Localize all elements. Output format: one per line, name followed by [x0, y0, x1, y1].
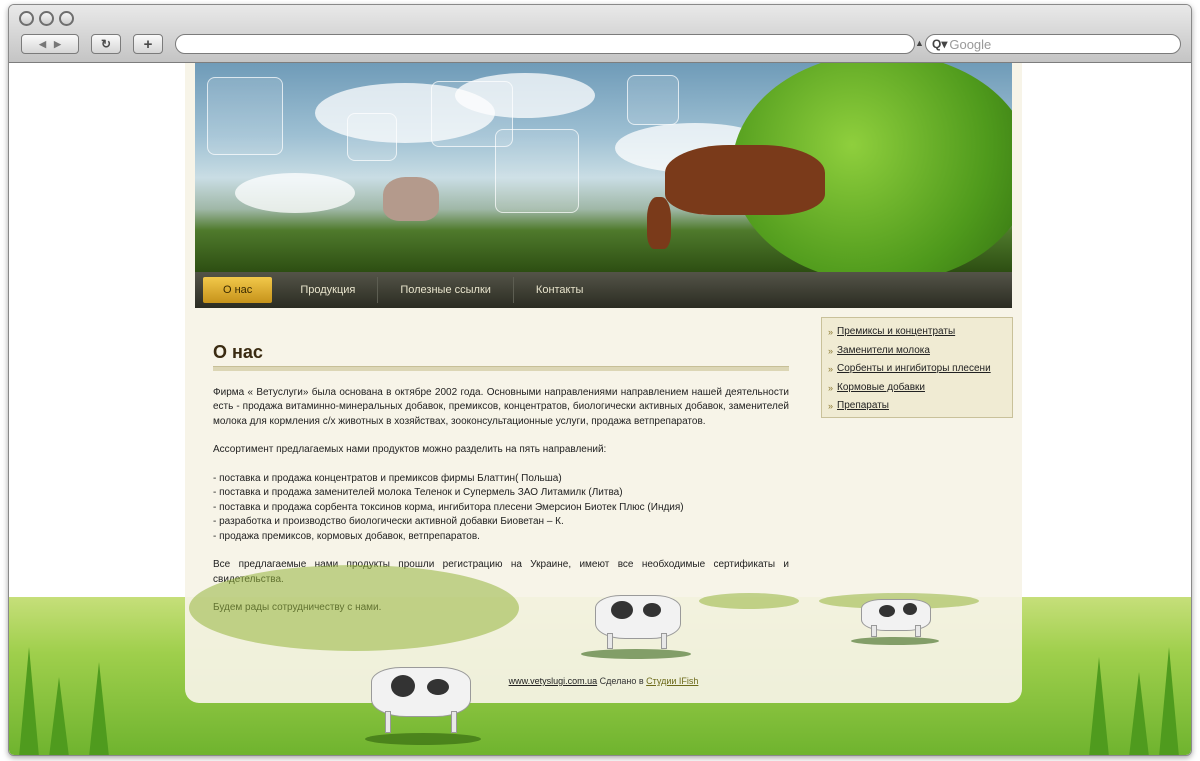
sidebar-link-milk-replacers[interactable]: » Заменители молока: [828, 342, 1012, 361]
sidebar-link-label[interactable]: Сорбенты и ингибиторы плесени: [837, 360, 991, 379]
browser-window: ◀ ▶ ↻ + ▲ Q▾ Google О нас Продукция Поле…: [8, 4, 1192, 756]
plus-icon: +: [143, 35, 153, 53]
address-dropdown-icon[interactable]: ▲: [915, 38, 924, 48]
chevron-right-icon: »: [828, 345, 834, 356]
forward-arrow-icon[interactable]: ▶: [54, 39, 61, 50]
cow-image: [355, 659, 481, 745]
title-divider: [213, 365, 789, 371]
site-link[interactable]: www.vetyslugi.com.ua: [509, 676, 598, 686]
sidebar-link-preparations[interactable]: » Препараты: [828, 397, 1012, 416]
sidebar-link-label[interactable]: Препараты: [837, 397, 889, 416]
main-menu: О нас Продукция Полезные ссылки Контакты: [195, 272, 1012, 308]
footer: www.vetyslugi.com.ua Сделано в Студии IF…: [185, 676, 1022, 686]
chevron-right-icon: »: [828, 401, 834, 411]
address-bar[interactable]: [175, 34, 915, 54]
search-icon: Q▾: [932, 37, 948, 51]
sidebar-link-feed-additives[interactable]: » Кормовые добавки: [828, 379, 1012, 398]
chevron-right-icon: »: [828, 364, 834, 374]
cow-image: [851, 595, 939, 645]
list-item: - поставка и продажа сорбента токсинов к…: [213, 501, 684, 513]
chevron-right-icon: »: [828, 382, 834, 393]
menu-item-useful-links[interactable]: Полезные ссылки: [378, 277, 514, 303]
minimize-window-icon[interactable]: [39, 11, 54, 26]
list-item: - разработка и производство биологически…: [213, 516, 564, 527]
zoom-window-icon[interactable]: [59, 11, 74, 26]
add-bookmark-button[interactable]: +: [133, 34, 163, 54]
list-item: - продажа премиксов, кормовых добавок, в…: [213, 530, 480, 542]
grey-cow-image: [383, 177, 439, 221]
sidebar: » Премиксы и концентраты » Заменители мо…: [821, 317, 1013, 418]
page-title: О нас: [213, 342, 263, 362]
reload-button[interactable]: ↻: [91, 34, 121, 54]
menu-item-products[interactable]: Продукция: [278, 277, 379, 303]
page-viewport: О нас Продукция Полезные ссылки Контакты…: [9, 63, 1191, 755]
search-input[interactable]: Q▾ Google: [925, 34, 1181, 54]
sidebar-link-label[interactable]: Заменители молока: [837, 342, 930, 361]
reload-icon: ↻: [100, 37, 112, 51]
studio-link[interactable]: Студии IFish: [646, 676, 698, 686]
close-window-icon[interactable]: [19, 11, 34, 26]
menu-item-contacts[interactable]: Контакты: [514, 277, 606, 303]
brown-bull-image: [665, 145, 825, 215]
back-forward-buttons[interactable]: ◀ ▶: [21, 34, 79, 54]
browser-toolbar: ◀ ▶ ↻ + ▲ Q▾ Google: [9, 5, 1191, 63]
sidebar-link-label[interactable]: Кормовые добавки: [837, 379, 925, 398]
menu-item-about[interactable]: О нас: [203, 277, 273, 303]
tree-decoration: [189, 565, 519, 651]
sidebar-link-label[interactable]: Премиксы и концентраты: [837, 323, 955, 342]
list-item: - поставка и продажа заменителей молока …: [213, 487, 623, 498]
made-by-text: Сделано в: [599, 676, 644, 686]
assortment-paragraph: Ассортимент предлагаемых нами продуктов …: [213, 444, 607, 455]
sidebar-link-premixes[interactable]: » Премиксы и концентраты: [828, 323, 1012, 342]
sidebar-link-sorbents[interactable]: » Сорбенты и ингибиторы плесени: [828, 360, 1012, 379]
back-arrow-icon[interactable]: ◀: [39, 39, 46, 50]
list-item: - поставка и продажа концентратов и прем…: [213, 472, 562, 484]
directions-list: - поставка и продажа концентратов и прем…: [213, 472, 789, 545]
chevron-right-icon: »: [828, 327, 834, 337]
window-controls: [19, 11, 74, 26]
cow-image: [581, 589, 691, 659]
search-placeholder: Google: [949, 36, 992, 52]
intro-paragraph: Фирма « Ветуслуги» была основана в октяб…: [213, 386, 789, 427]
header-banner: [195, 63, 1012, 272]
